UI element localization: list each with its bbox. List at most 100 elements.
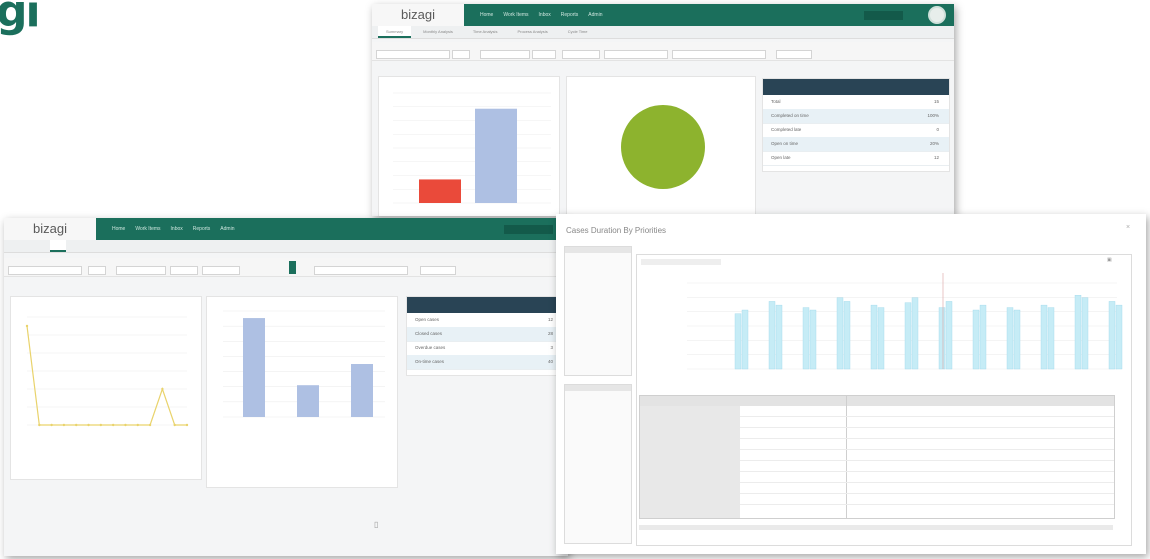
- pager-control[interactable]: [672, 50, 766, 59]
- kpi-row: Open cases 12: [407, 313, 563, 328]
- tab[interactable]: Time Analysis: [465, 26, 506, 38]
- pie-chart-card: [566, 76, 756, 216]
- menu-item[interactable]: Inbox: [171, 226, 183, 232]
- apply-filter-button[interactable]: [420, 266, 456, 275]
- data-point: [124, 423, 127, 427]
- tab[interactable]: [90, 240, 106, 252]
- bar: [1040, 304, 1048, 370]
- date-to-input[interactable]: [202, 266, 240, 275]
- menu-item[interactable]: Inbox: [539, 12, 551, 18]
- bar-chart-card: [378, 76, 560, 216]
- bar: [911, 297, 919, 370]
- expand-icon[interactable]: ▣: [1107, 257, 1112, 263]
- kpi-row: Total 15: [763, 95, 949, 110]
- data-point: [25, 324, 29, 328]
- menu-item[interactable]: Admin: [220, 226, 234, 232]
- search-input[interactable]: [864, 11, 903, 20]
- data-point: [50, 423, 53, 427]
- pager-control[interactable]: [314, 266, 408, 275]
- dimension-filter-dropdown[interactable]: [480, 50, 530, 59]
- bar: [243, 318, 265, 417]
- brand-logo[interactable]: bizagi: [4, 218, 96, 240]
- process-filter-dropdown[interactable]: [376, 50, 450, 59]
- dashboard-window-time-analysis: bizagi Home Work Items Inbox Reports Adm…: [4, 218, 568, 556]
- bar: [836, 297, 844, 370]
- menu-item[interactable]: Work Items: [135, 226, 160, 232]
- kpi-row: Completed on time 100%: [763, 109, 949, 124]
- bar: [741, 309, 749, 370]
- table-header: [640, 396, 1114, 406]
- menu-item[interactable]: Home: [480, 12, 493, 18]
- kpi-row: Closed cases 28: [407, 327, 563, 342]
- search-filter-input[interactable]: [604, 50, 668, 59]
- table-row: [740, 449, 1114, 450]
- bar: [877, 307, 885, 370]
- window-title: Cases Duration By Priorities: [566, 226, 667, 235]
- bar: [972, 309, 980, 370]
- data-point: [111, 423, 115, 427]
- bar: [1047, 307, 1055, 370]
- data-point: [161, 387, 164, 391]
- data-point: [87, 423, 90, 427]
- bar: [1108, 301, 1116, 370]
- table-row: [740, 482, 1114, 483]
- range-slider-handle[interactable]: [289, 261, 296, 274]
- cases-duration-window: Cases Duration By Priorities × ▣: [556, 214, 1146, 554]
- table-row: [740, 427, 1114, 428]
- data-table: [639, 395, 1115, 519]
- kpi-card-header: [763, 79, 949, 95]
- tab[interactable]: Cycle Time: [560, 26, 596, 38]
- tab[interactable]: [50, 240, 66, 252]
- tab[interactable]: [30, 240, 46, 252]
- table-row: [740, 438, 1114, 439]
- version-filter-dropdown[interactable]: [452, 50, 470, 59]
- search-input[interactable]: [504, 225, 553, 234]
- menu-item[interactable]: Home: [112, 226, 125, 232]
- bar: [945, 301, 953, 370]
- dimension-filter-dropdown[interactable]: [116, 266, 166, 275]
- table-row: [740, 493, 1114, 494]
- data-point: [99, 423, 103, 427]
- menu-item[interactable]: Admin: [588, 12, 602, 18]
- menu-item[interactable]: Reports: [561, 12, 579, 18]
- bar-chart-card: [206, 296, 398, 488]
- panel-header: [565, 247, 631, 253]
- filter-bar: [4, 258, 568, 277]
- kpi-row: Open late 12: [763, 151, 949, 166]
- pie-slice: [621, 105, 705, 189]
- bar: [843, 301, 851, 370]
- bar: [775, 304, 783, 370]
- kpi-card: Total 15 Completed on time 100% Completed …: [762, 78, 950, 172]
- bar-chart: [223, 310, 385, 418]
- tab[interactable]: Summary: [378, 26, 412, 38]
- tab[interactable]: [70, 240, 86, 252]
- kpi-row: On-time cases 40: [407, 355, 563, 370]
- menu-item[interactable]: Work Items: [503, 12, 528, 18]
- version-filter-dropdown[interactable]: [88, 266, 106, 275]
- tab[interactable]: [10, 240, 26, 252]
- kpi-card: Open cases 12 Closed cases 28 Overdue case…: [406, 296, 564, 376]
- brand-logo[interactable]: bizagi: [372, 4, 464, 26]
- process-filter-dropdown[interactable]: [8, 266, 82, 275]
- dashboard-window-summary: bizagi Home Work Items Inbox Reports Adm…: [372, 4, 954, 216]
- date-to-input[interactable]: [562, 50, 600, 59]
- user-avatar-icon[interactable]: [928, 6, 946, 24]
- date-from-input[interactable]: [532, 50, 556, 59]
- tab[interactable]: Process Analysis: [509, 26, 555, 38]
- horizontal-scrollbar[interactable]: [639, 525, 1113, 530]
- bar: [904, 302, 912, 370]
- filter-panel: [564, 246, 632, 376]
- top-navigation-bar: bizagi Home Work Items Inbox Reports Adm…: [4, 218, 568, 240]
- apply-filter-button[interactable]: [776, 50, 812, 59]
- date-from-input[interactable]: [170, 266, 198, 275]
- bar: [1074, 295, 1082, 370]
- data-point: [185, 423, 189, 427]
- bar: [1115, 304, 1123, 370]
- bar: [734, 313, 742, 370]
- bar: [938, 307, 946, 370]
- bar: [870, 304, 878, 370]
- bar: [768, 301, 776, 370]
- close-icon[interactable]: ×: [1126, 224, 1130, 231]
- tab[interactable]: Monthly Analysis: [415, 26, 461, 38]
- menu-item[interactable]: Reports: [193, 226, 211, 232]
